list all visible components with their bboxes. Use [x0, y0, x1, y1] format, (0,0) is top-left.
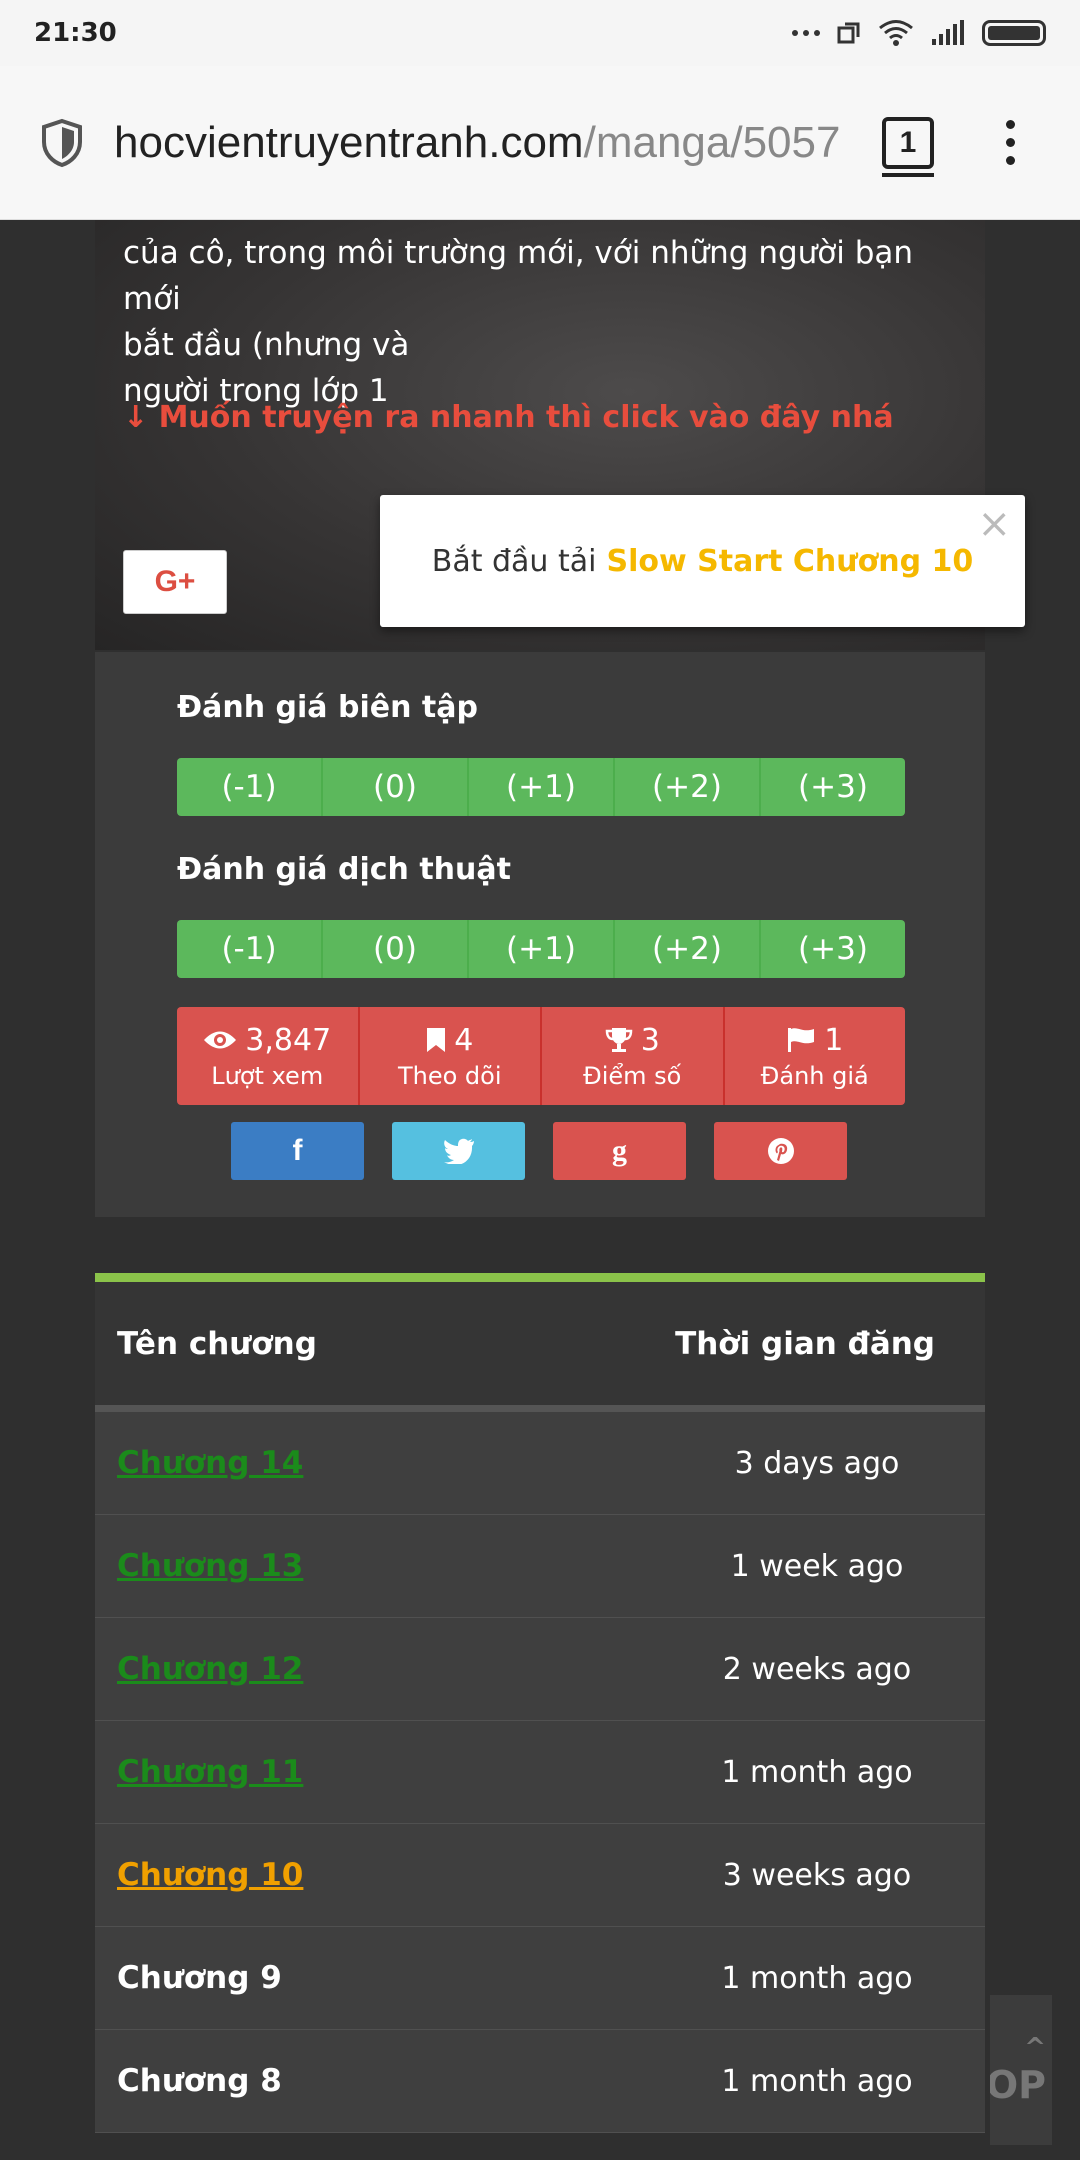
- description-line: của cô, trong môi trường mới, với những …: [123, 235, 914, 317]
- sync-icon: [837, 22, 860, 44]
- status-time: 21:30: [34, 18, 117, 48]
- tab-count: 1: [899, 125, 917, 159]
- score-stat: 3 Điểm số: [542, 1007, 725, 1105]
- chapter-link[interactable]: Chương 13: [117, 1548, 677, 1584]
- flag-icon: [788, 1028, 815, 1052]
- status-icons: [792, 19, 1046, 47]
- views-stat: 3,847 Lượt xem: [177, 1007, 360, 1105]
- chapter-link[interactable]: Chương 14: [117, 1445, 677, 1481]
- views-label: Lượt xem: [211, 1061, 324, 1090]
- toast-chapter-title: Slow Start Chương 10: [606, 543, 974, 579]
- facebook-icon: f: [292, 1134, 303, 1167]
- browser-address-bar: hocvientruyentranh.com/manga/5057 1: [0, 66, 1080, 220]
- chevron-up-icon: ^: [1024, 2033, 1046, 2063]
- chapter-link[interactable]: Chương 11: [117, 1754, 677, 1790]
- chapter-link[interactable]: Chương 10: [117, 1857, 677, 1893]
- google-share-button[interactable]: g: [553, 1122, 686, 1180]
- wifi-icon: [879, 20, 913, 46]
- back-to-top-label: OP: [990, 2063, 1046, 2107]
- bookmark-icon: [427, 1028, 446, 1052]
- signal-icon: [932, 20, 964, 45]
- chapter-list: Tên chương Thời gian đăng Chương 14 3 da…: [95, 1273, 985, 2133]
- editor-rate-plus2-button[interactable]: (+2): [615, 758, 761, 816]
- download-toast: Bắt đầu tải Slow Start Chương 10 ×: [380, 495, 1025, 627]
- editor-rate-plus3-button[interactable]: (+3): [761, 758, 905, 816]
- rating-panel: Đánh giá biên tập (-1) (0) (+1) (+2) (+3…: [95, 652, 985, 1217]
- chapter-time: 1 month ago: [721, 1960, 913, 1996]
- more-notifications-icon: [792, 30, 820, 36]
- translation-rate-plus3-button[interactable]: (+3): [761, 920, 905, 978]
- close-icon[interactable]: ×: [977, 501, 1011, 547]
- url-field[interactable]: hocvientruyentranh.com/manga/5057: [114, 118, 854, 168]
- follow-label: Theo dõi: [397, 1061, 502, 1090]
- chapter-time: 1 month ago: [721, 2063, 913, 2099]
- score-label: Điểm số: [583, 1061, 682, 1090]
- col-chapter-name: Tên chương: [117, 1325, 317, 1362]
- google-plus-button[interactable]: G+: [123, 550, 227, 614]
- facebook-share-button[interactable]: f: [231, 1122, 364, 1180]
- description-line: bắt đầu (nhưng và: [123, 327, 410, 363]
- chapter-list-header: Tên chương Thời gian đăng: [95, 1282, 985, 1412]
- tab-switcher-button[interactable]: 1: [882, 116, 934, 177]
- manga-stats: 3,847 Lượt xem 4 Theo dõi 3 Điểm số 1 Đá…: [177, 1007, 905, 1105]
- page-content: của cô, trong môi trường mới, với những …: [0, 220, 1080, 2160]
- editor-rate-0-button[interactable]: (0): [323, 758, 469, 816]
- chapter-link[interactable]: Chương 9: [117, 1960, 677, 1996]
- translation-rating-title: Đánh giá dịch thuật: [177, 852, 511, 887]
- chapter-time: 1 week ago: [730, 1548, 904, 1584]
- fast-release-link[interactable]: ↓ Muốn truyện ra nhanh thì click vào đây…: [123, 400, 894, 435]
- url-path: /manga/5057: [583, 117, 841, 167]
- report-count: 1: [824, 1022, 844, 1058]
- chapter-row: Chương 11 1 month ago: [95, 1721, 985, 1824]
- pinterest-icon: [767, 1138, 794, 1164]
- editor-rate-minus1-button[interactable]: (-1): [177, 758, 323, 816]
- chapter-row: Chương 8 1 month ago: [95, 2030, 985, 2133]
- url-host: hocvientruyentranh.com: [114, 117, 584, 167]
- translation-rating-buttons: (-1) (0) (+1) (+2) (+3): [177, 920, 905, 978]
- pinterest-share-button[interactable]: [714, 1122, 847, 1180]
- editor-rating-buttons: (-1) (0) (+1) (+2) (+3): [177, 758, 905, 816]
- col-publish-time: Thời gian đăng: [675, 1325, 935, 1362]
- google-icon: g: [612, 1134, 627, 1167]
- follow-stat[interactable]: 4 Theo dõi: [359, 1007, 542, 1105]
- toast-prefix: Bắt đầu tải: [431, 543, 597, 579]
- chapter-link[interactable]: Chương 12: [117, 1651, 677, 1687]
- translation-rate-0-button[interactable]: (0): [323, 920, 469, 978]
- editor-rating-title: Đánh giá biên tập: [177, 690, 478, 725]
- chapter-time: 1 month ago: [721, 1754, 913, 1790]
- google-plus-icon: G+: [154, 565, 196, 598]
- score-count: 3: [640, 1022, 660, 1058]
- eye-icon: [204, 1031, 237, 1049]
- editor-rate-plus1-button[interactable]: (+1): [469, 758, 615, 816]
- chapter-time: 3 days ago: [734, 1445, 900, 1481]
- twitter-share-button[interactable]: [392, 1122, 525, 1180]
- share-buttons: f g: [231, 1122, 847, 1180]
- report-label: Đánh giá: [760, 1061, 869, 1090]
- translation-rate-minus1-button[interactable]: (-1): [177, 920, 323, 978]
- browser-menu-button[interactable]: [1006, 120, 1015, 165]
- chapter-row: Chương 10 3 weeks ago: [95, 1824, 985, 1927]
- chapter-row: Chương 9 1 month ago: [95, 1927, 985, 2030]
- follow-count: 4: [454, 1022, 474, 1058]
- chapter-time: 2 weeks ago: [722, 1651, 912, 1687]
- chapter-row: Chương 12 2 weeks ago: [95, 1618, 985, 1721]
- chapter-link[interactable]: Chương 8: [117, 2063, 677, 2099]
- translation-rate-plus1-button[interactable]: (+1): [469, 920, 615, 978]
- chapter-time: 3 weeks ago: [722, 1857, 912, 1893]
- twitter-icon: [443, 1138, 474, 1164]
- chapter-row: Chương 13 1 week ago: [95, 1515, 985, 1618]
- views-count: 3,847: [245, 1022, 332, 1058]
- status-bar: 21:30: [0, 0, 1080, 66]
- shield-icon[interactable]: [40, 118, 84, 168]
- manga-description: của cô, trong môi trường mới, với những …: [123, 220, 973, 409]
- report-stat[interactable]: 1 Đánh giá: [724, 1007, 905, 1105]
- translation-rate-plus2-button[interactable]: (+2): [615, 920, 761, 978]
- battery-icon: [982, 20, 1046, 46]
- trophy-icon: [605, 1028, 632, 1052]
- chapter-row: Chương 14 3 days ago: [95, 1412, 985, 1515]
- back-to-top-button[interactable]: ^ OP: [990, 1995, 1052, 2145]
